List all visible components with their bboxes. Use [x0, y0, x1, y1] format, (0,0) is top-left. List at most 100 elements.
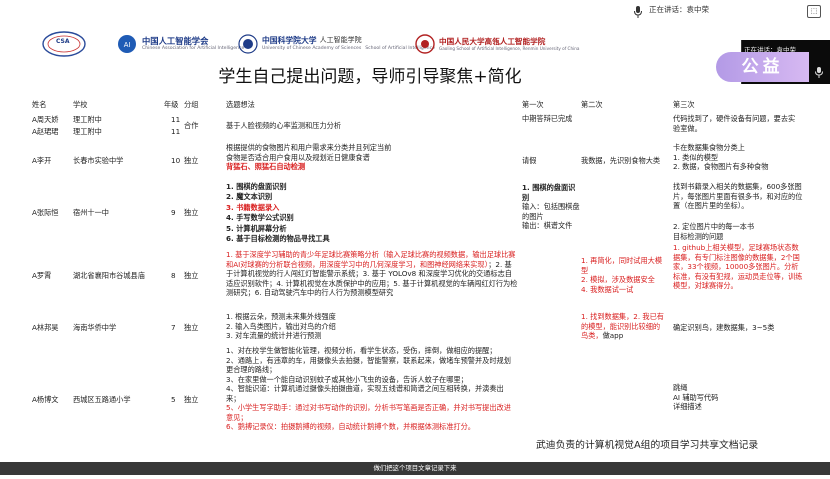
- ruc-emblem-icon: [415, 34, 435, 54]
- third-session-note: 1. github上相关模型，足球赛场状态数据集，有专门标注图像的数据集，2个国…: [673, 243, 803, 290]
- third-note-line: 跳绳: [673, 383, 688, 392]
- topic-item: 5. 计算机屏幕分析: [226, 223, 287, 233]
- csa-logo-text: CSA: [56, 38, 70, 45]
- third-session-note: 找到书籍录入相关的数据集，600多张图片，每张图片里面有很多书，和对应的位置（在…: [673, 182, 803, 210]
- speaker-microphone-icon: [815, 67, 823, 78]
- student-name: A赵珺珺: [32, 127, 59, 136]
- topic-item: 2. 魔文本识别: [226, 192, 273, 202]
- third-note-line: 1. 类似的模型: [673, 152, 719, 162]
- student-group: 独立: [184, 271, 199, 280]
- third-session-note-next: 2. 定位图片中的每一本书 目标检测的问题: [673, 222, 803, 241]
- student-group: 独立: [184, 156, 199, 165]
- student-name: A周天娇: [32, 115, 59, 124]
- header-grade: 年级: [164, 100, 179, 109]
- ruc-logo: 中国人民大学高瓴人工智能学院 Gaoling School of Artific…: [415, 27, 580, 61]
- ucas-name: 中国科学院大学: [262, 36, 317, 46]
- first-session-note: 请假: [522, 156, 537, 165]
- topic-line: 食物是否适合用户食用以及规划近日健康食谱: [226, 152, 370, 162]
- topic-item: 2、通路上，有违章的车，用摄像头去拍摄，智能警察，联系起来，做堵车预警并及时规划…: [226, 355, 511, 375]
- header-topic: 选题想法: [226, 100, 255, 109]
- student-grade: 10: [171, 156, 181, 165]
- meeting-top-bar: 正在讲话：袁中荣 ⬚: [0, 0, 830, 23]
- ucas-school: 人工智能学院: [319, 36, 362, 45]
- student-school: 宿州十一中: [73, 208, 109, 217]
- third-session-note: 确定识别鸟，建数据集，3~5类: [673, 323, 775, 332]
- first-note-line: 输出：棋谱文件: [522, 221, 573, 230]
- student-name: A罗霄: [32, 271, 52, 280]
- header-name: 姓名: [32, 100, 47, 109]
- document-record-note: 武迪负责的计算机视觉A组的项目学习共享文档记录: [536, 440, 759, 451]
- third-note-line: 详细描述: [673, 402, 702, 411]
- student-school: 湖北省襄阳市谷城县庙: [73, 271, 145, 280]
- csa-logo: CSA: [40, 27, 88, 61]
- third-note-line: AI 辅助写代码: [673, 392, 719, 402]
- topic-line-highlight: 背猛石、照猛石自动检测: [226, 162, 306, 171]
- live-subtitle: 做们把这个项目文章记录下来: [0, 462, 830, 475]
- header-third: 第三次: [673, 100, 695, 109]
- topic-idea-list: 1. 围棋的盘面识别 2. 魔文本识别 3. 书籍数据录入 4. 手写数学公式识…: [226, 182, 496, 245]
- topic-highlight: 1. 基于深度学习辅助的青少年足球比赛策略分析（输入足球比赛的视频数据，输出足球…: [226, 250, 516, 269]
- topic-item: 1、对在校学生做智能化管理，视频分析，看学生状态，受伤，摔倒，做相应的提醒；: [226, 346, 497, 355]
- first-note-line: 1. 围棋的盘面识别: [522, 183, 576, 202]
- third-note-line: 卡在数据集食物分类上: [673, 143, 745, 152]
- topic-idea: 1. 基于深度学习辅助的青少年足球比赛策略分析（输入足球比赛的视频数据，输出足球…: [226, 250, 518, 298]
- caai-name-en: Chinese Association for Artificial Intel…: [142, 46, 245, 52]
- student-grade: 9: [171, 208, 176, 217]
- student-school: 理工附中: [73, 115, 102, 124]
- third-session-note: 代码找到了，硬件设备有问题，要去实验室做。: [673, 114, 796, 133]
- first-session-note: 1. 围棋的盘面识别 输入：包括围棋盘的图片 输出：棋谱文件: [522, 183, 580, 231]
- header-group: 分组: [184, 100, 199, 109]
- third-note-line: 2. 数据，食物图片有多种食物: [673, 162, 769, 171]
- slide-title: 学生自己提出问题，导师引导聚焦+简化: [218, 67, 522, 87]
- speaking-indicator: 正在讲话：袁中荣: [649, 5, 709, 14]
- second-session-note: 1. 再简化，同时试用大模型 2. 模拟，涉及数据安全 4. 我数据试一试: [581, 256, 663, 294]
- topic-item: 4. 手写数学公式识别: [226, 213, 294, 223]
- student-school: 海南华侨中学: [73, 323, 117, 332]
- topic-item: 1. 根据云朵，预测未来集外线强度: [226, 312, 336, 321]
- topic-item: 3. 对车流量的统计并进行预测: [226, 331, 322, 340]
- topic-item-highlight: 5、小学生写字助手：通过对书写动作的识别，分析书写笔画是否正确，并对书写提出改进…: [226, 403, 511, 422]
- ucas-name-en: University of Chinese Academy of Science…: [262, 46, 362, 51]
- student-group: 独立: [184, 323, 199, 332]
- microphone-icon[interactable]: [633, 6, 643, 18]
- student-name: A杨博文: [32, 395, 59, 404]
- topic-idea-list: 1、对在校学生做智能化管理，视频分析，看学生状态，受伤，摔倒，做相应的提醒； 2…: [226, 346, 516, 432]
- student-school: 理工附中: [73, 127, 102, 136]
- first-session-note: 中期答辩已完成: [522, 114, 573, 123]
- topic-item: 2. 输入鸟类图片，输出对鸟的介绍: [226, 321, 336, 331]
- second-session-note: 我数据，先识别食物大类: [581, 156, 661, 165]
- topic-idea: 基于人脸视频的心率监测和压力分析: [226, 121, 342, 130]
- student-grade: 5: [171, 395, 176, 404]
- third-session-note: 卡在数据集食物分类上 1. 类似的模型 2. 数据，食物图片有多种食物: [673, 143, 803, 172]
- topic-idea-list: 1. 根据云朵，预测未来集外线强度 2. 输入鸟类图片，输出对鸟的介绍 3. 对…: [226, 312, 496, 341]
- caai-logo: AI 中国人工智能学会 Chinese Association for Arti…: [116, 27, 244, 61]
- student-grade: 8: [171, 271, 176, 280]
- student-group: 独立: [184, 208, 199, 217]
- first-note-line: 输入：包括围棋盘的图片: [522, 202, 580, 221]
- student-school: 长春市实验中学: [73, 156, 124, 165]
- caai-emblem-icon: AI: [118, 35, 136, 53]
- student-group: 合作: [184, 121, 199, 130]
- header-school: 学校: [73, 100, 88, 109]
- student-name: A张际恒: [32, 208, 59, 217]
- student-name: A李开: [32, 156, 52, 165]
- topic-item-highlight: 6、鹅搏记录仪：拍摄鹅搏的视频，自动统计鹅搏个数，并根据体测标准打分。: [226, 422, 475, 431]
- topic-line: 根据提供的食物图片和用户需求来分类并且列定当前: [226, 143, 392, 152]
- student-school: 西城区五路通小学: [73, 395, 131, 404]
- header-first: 第一次: [522, 100, 544, 109]
- third-session-note: 跳绳 AI 辅助写代码 详细描述: [673, 383, 793, 412]
- topic-idea: 根据提供的食物图片和用户需求来分类并且列定当前 食物是否适合用户食用以及规划近日…: [226, 143, 496, 172]
- student-grade: 7: [171, 323, 176, 332]
- header-second: 第二次: [581, 100, 603, 109]
- screen-share-toggle-icon[interactable]: ⬚: [807, 5, 821, 18]
- topic-item: 3、在家里做一个能自动识别蚊子或其他小飞虫的设备，告诉人蚊子在哪里；: [226, 374, 468, 384]
- topic-item: 6. 基于目标检测的物品寻找工具: [226, 234, 330, 244]
- third-note-line: 2. 定位图片中的每一本书: [673, 222, 755, 231]
- ucas-emblem-icon: [238, 34, 258, 54]
- second-note-rest: 做app: [602, 331, 624, 340]
- ruc-name-en: Gaoling School of Artificial Intelligenc…: [439, 46, 580, 52]
- student-grade: 11: [171, 127, 181, 136]
- topic-item: 4、智能识道：计算机通过摄像头拍摄曲道，实现五线谱和简谱之间互相转换，并演奏出来…: [226, 384, 504, 403]
- student-name: A林邦昊: [32, 323, 59, 332]
- student-grade: 11: [171, 115, 181, 124]
